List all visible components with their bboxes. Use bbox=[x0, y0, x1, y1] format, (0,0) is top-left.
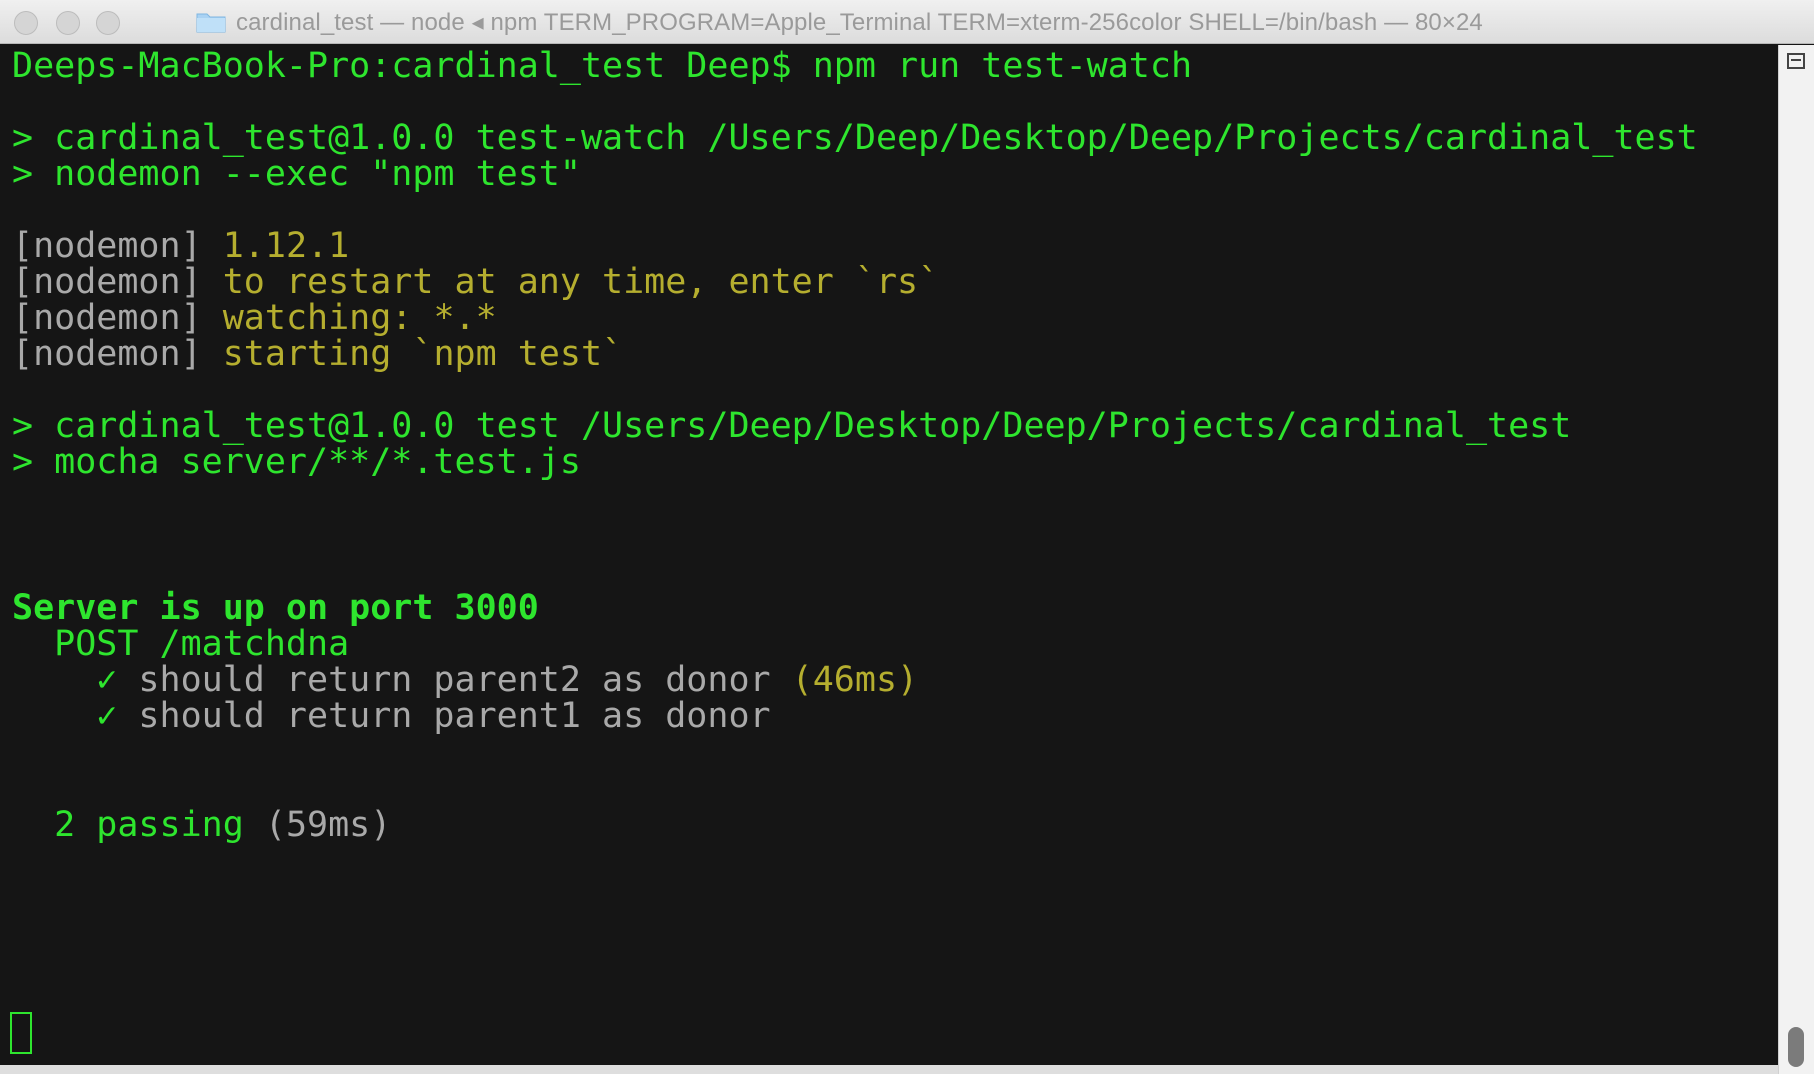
passing-duration: (59ms) bbox=[243, 805, 392, 845]
terminal-window: cardinal_test — node ◂ npm TERM_PROGRAM=… bbox=[0, 0, 1814, 1074]
passing-count: 2 passing bbox=[12, 805, 244, 845]
nodemon-tag: [nodemon] bbox=[12, 226, 202, 266]
window-title-text: cardinal_test — node ◂ npm TERM_PROGRAM=… bbox=[236, 8, 1483, 36]
script-command-line: > mocha server/**/*.test.js bbox=[12, 442, 581, 482]
test-result: ✓ should return parent1 as donor bbox=[12, 695, 771, 737]
passing-summary: 2 passing (59ms) bbox=[12, 804, 391, 846]
nodemon-watching: watching: *.* bbox=[201, 298, 497, 338]
test-name: should return parent1 as donor bbox=[117, 696, 771, 736]
nodemon-restart-hint: to restart at any time, enter `rs` bbox=[201, 262, 940, 302]
check-icon: ✓ bbox=[12, 660, 118, 700]
nodemon-starting: starting `npm test` bbox=[201, 334, 624, 374]
nodemon-tag: [nodemon] bbox=[12, 262, 202, 302]
test-duration: (46ms) bbox=[770, 660, 919, 700]
script-command-line: > nodemon --exec "npm test" bbox=[12, 154, 581, 194]
zoom-button[interactable] bbox=[96, 11, 120, 35]
window-title: cardinal_test — node ◂ npm TERM_PROGRAM=… bbox=[196, 0, 1483, 44]
window-bottom-edge bbox=[0, 1065, 1778, 1074]
close-button[interactable] bbox=[14, 11, 38, 35]
nodemon-tag: [nodemon] bbox=[12, 298, 202, 338]
folder-icon bbox=[196, 11, 226, 33]
prompt-line: Deeps-MacBook-Pro:cardinal_test Deep$ np… bbox=[12, 46, 1193, 86]
nodemon-version: 1.12.1 bbox=[201, 226, 350, 266]
nodemon-tag: [nodemon] bbox=[12, 334, 202, 374]
minimize-button[interactable] bbox=[56, 11, 80, 35]
test-name: should return parent2 as donor bbox=[117, 660, 771, 700]
title-bar[interactable]: cardinal_test — node ◂ npm TERM_PROGRAM=… bbox=[0, 0, 1814, 44]
check-icon: ✓ bbox=[12, 696, 118, 736]
split-pane-icon[interactable] bbox=[1787, 53, 1805, 69]
scrollbar[interactable] bbox=[1778, 45, 1814, 1074]
scrollbar-thumb[interactable] bbox=[1788, 1027, 1804, 1067]
terminal-output[interactable]: Deeps-MacBook-Pro:cardinal_test Deep$ np… bbox=[0, 45, 1778, 1065]
nodemon-line: [nodemon] starting `npm test` bbox=[12, 333, 623, 375]
terminal-cursor bbox=[10, 1012, 32, 1054]
